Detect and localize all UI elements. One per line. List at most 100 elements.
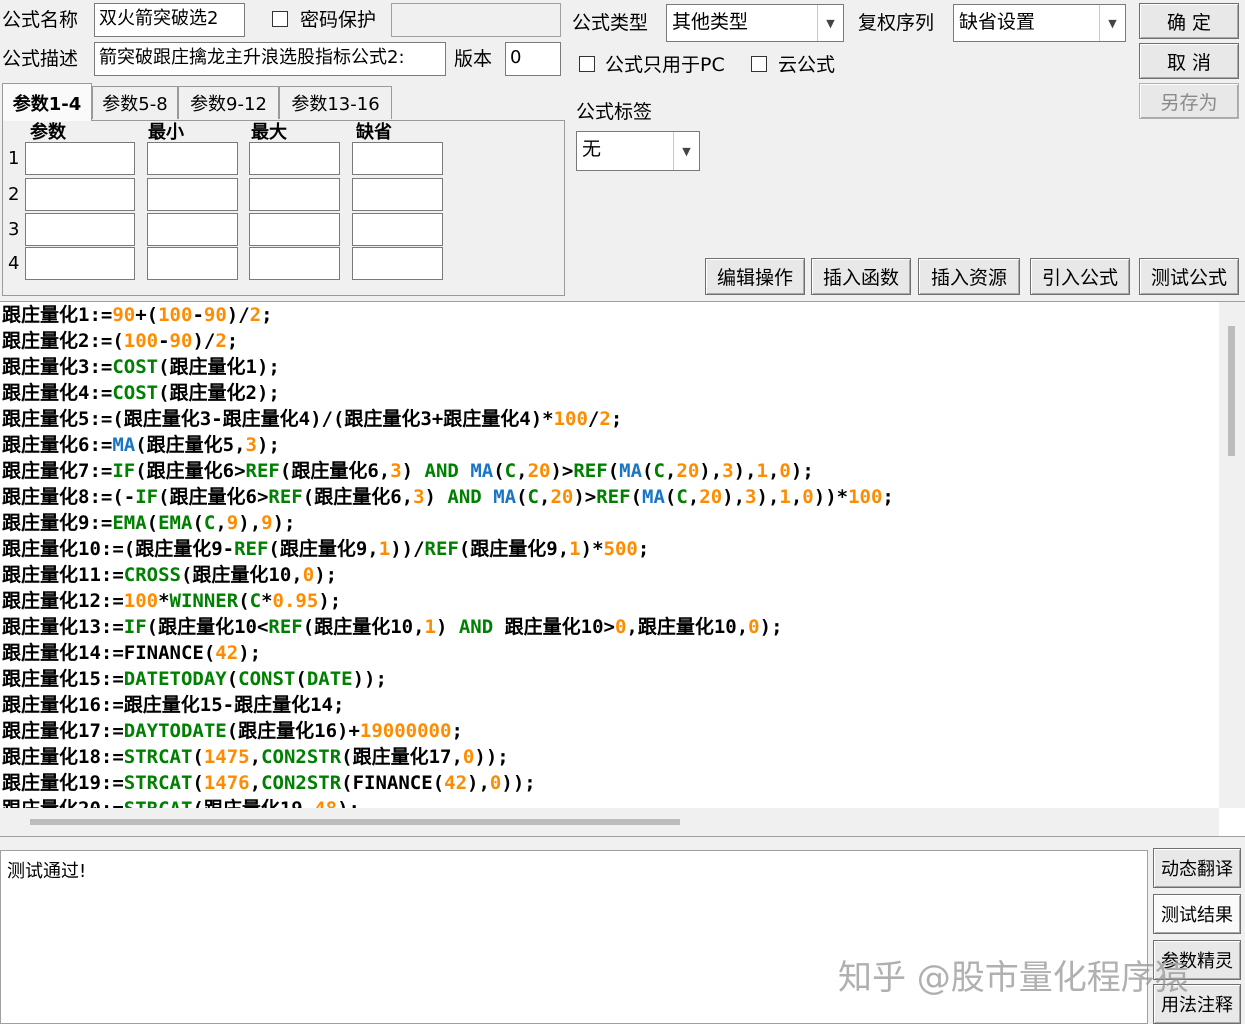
code-line[interactable]: 跟庄量化4:=COST(跟庄量化2); [2,380,894,406]
code-token: ); [257,434,280,456]
import-formula-button[interactable]: 引入公式 [1030,258,1130,295]
code-editor[interactable]: 跟庄量化1:=90+(100-90)/2; 跟庄量化2:=(100-90)/2; 跟… [0,301,1245,837]
edit-ops-button[interactable]: 编辑操作 [705,258,805,295]
param-max-cell[interactable] [249,213,340,246]
code-line[interactable]: 跟庄量化10:=(跟庄量化9-REF(跟庄量化9,1))/REF(跟庄量化9,1… [2,536,894,562]
code-line[interactable]: 跟庄量化2:=(100-90)/2; [2,328,894,354]
param-name-cell[interactable] [25,247,135,280]
tab-params-13-16[interactable]: 参数13-16 [279,86,392,119]
code-line[interactable]: 跟庄量化9:=EMA(EMA(C,9),9); [2,510,894,536]
formula-tag-select[interactable]: 无 ▼ [576,131,700,171]
code-line[interactable]: 跟庄量化19:=STRCAT(1476,CON2STR(FINANCE(42),… [2,770,894,796]
ok-button[interactable]: 确 定 [1139,3,1239,39]
insert-function-button[interactable]: 插入函数 [811,258,911,295]
code-token: 90 [169,330,193,352]
code-line[interactable]: 跟庄量化6:=MA(跟庄量化5,3); [2,432,894,458]
code-token: AND [458,616,494,638]
max-col-header: 最大 [251,122,287,143]
param-default-cell[interactable] [352,142,443,175]
password-checkbox[interactable] [272,11,288,27]
param-min-cell[interactable] [147,213,238,246]
param-max-cell[interactable] [249,142,340,175]
code-token: 跟庄量化1:= [2,304,113,326]
code-line[interactable]: 跟庄量化15:=DATETODAY(CONST(DATE)); [2,666,894,692]
code-line[interactable]: 跟庄量化8:=(-IF(跟庄量化6>REF(跟庄量化6,3) AND MA(C,… [2,484,894,510]
code-token: / [587,408,600,430]
code-token: 3 [745,486,757,508]
chevron-down-icon[interactable]: ▼ [673,132,699,170]
code-token: 20 [699,486,723,508]
code-token: 1476 [203,772,250,794]
code-token: MA [619,460,643,482]
code-token: (跟庄量化10, [302,616,425,638]
code-token: * [261,590,273,612]
code-text[interactable]: 跟庄量化1:=90+(100-90)/2; 跟庄量化2:=(100-90)/2; 跟… [2,302,894,822]
param-name-cell[interactable] [25,213,135,246]
formula-tag-value: 无 [582,138,602,160]
chevron-down-icon[interactable]: ▼ [1099,5,1125,41]
code-token: ) [424,486,448,508]
cancel-button[interactable]: 取 消 [1139,43,1239,79]
formula-name-input[interactable]: 双火箭突破选2 [94,3,245,37]
code-token: IF [135,486,159,508]
vertical-scrollbar[interactable] [1219,302,1245,808]
code-token: ( [203,642,216,664]
code-token: 跟庄量化7:= [2,460,113,482]
code-token: ( [664,486,677,508]
code-line[interactable]: 跟庄量化5:=(跟庄量化3-跟庄量化4)/(跟庄量化3+跟庄量化4)*100/2… [2,406,894,432]
version-input[interactable]: 0 [505,42,561,76]
code-line[interactable]: 跟庄量化16:=跟庄量化15-跟庄量化14; [2,692,894,718]
code-token: , [767,460,780,482]
param-max-cell[interactable] [249,178,340,211]
code-line[interactable]: 跟庄量化14:=FINANCE(42); [2,640,894,666]
scrollbar-thumb[interactable] [1228,326,1235,456]
param-default-cell[interactable] [352,178,443,211]
chevron-down-icon[interactable]: ▼ [817,5,843,41]
code-token: 跟庄量化10> [493,616,615,638]
code-line[interactable]: 跟庄量化3:=COST(跟庄量化1); [2,354,894,380]
tab-params-1-4[interactable]: 参数1-4 [2,83,92,121]
rights-select[interactable]: 缺省设置 ▼ [953,4,1126,42]
code-token: * [158,590,170,612]
code-token: 2 [249,304,262,326]
tab-params-9-12[interactable]: 参数9-12 [178,86,279,119]
param-default-cell[interactable] [352,247,443,280]
param-name-cell[interactable] [25,178,135,211]
tab-params-5-8[interactable]: 参数5-8 [92,86,178,119]
dynamic-translate-button[interactable]: 动态翻译 [1153,848,1241,888]
code-token: ), [238,512,262,534]
param-max-cell[interactable] [249,247,340,280]
pc-only-checkbox[interactable] [579,56,595,72]
code-line[interactable]: 跟庄量化18:=STRCAT(1475,CON2STR(跟庄量化17,0)); [2,744,894,770]
code-token: ( [516,486,528,508]
test-formula-button[interactable]: 测试公式 [1139,258,1239,295]
insert-resource-button[interactable]: 插入资源 [918,258,1020,295]
param-col-header: 参数 [30,122,66,143]
code-line[interactable]: 跟庄量化7:=IF(跟庄量化6>REF(跟庄量化6,3) AND MA(C,20… [2,458,894,484]
code-token: ; [451,720,463,742]
code-line[interactable]: 跟庄量化1:=90+(100-90)/2; [2,302,894,328]
param-min-cell[interactable] [147,178,238,211]
param-name-cell[interactable] [25,142,135,175]
code-token: 0.95 [272,590,319,612]
horizontal-scrollbar[interactable] [0,808,1219,836]
save-as-button[interactable]: 另存为 [1139,83,1239,119]
param-min-cell[interactable] [147,247,238,280]
cloud-checkbox[interactable] [751,56,767,72]
code-token: 2 [599,408,611,430]
param-min-cell[interactable] [147,142,238,175]
code-token: 跟庄量化14:= [2,642,124,664]
code-token: 3 [413,486,425,508]
code-line[interactable]: 跟庄量化12:=100*WINNER(C*0.95); [2,588,894,614]
code-token: ; [882,486,894,508]
code-line[interactable]: 跟庄量化11:=CROSS(跟庄量化10,0); [2,562,894,588]
formula-type-value: 其他类型 [672,11,749,33]
formula-desc-input[interactable]: 箭突破跟庄擒龙主升浪选股指标公式2: [94,42,446,76]
param-default-cell[interactable] [352,213,443,246]
code-line[interactable]: 跟庄量化13:=IF(跟庄量化10<REF(跟庄量化10,1) AND 跟庄量化… [2,614,894,640]
code-line[interactable]: 跟庄量化17:=DAYTODATE(跟庄量化16)+19000000; [2,718,894,744]
scrollbar-thumb[interactable] [30,819,680,825]
code-token: 1 [424,616,436,638]
test-result-button[interactable]: 测试结果 [1153,894,1241,934]
formula-type-select[interactable]: 其他类型 ▼ [666,4,844,42]
